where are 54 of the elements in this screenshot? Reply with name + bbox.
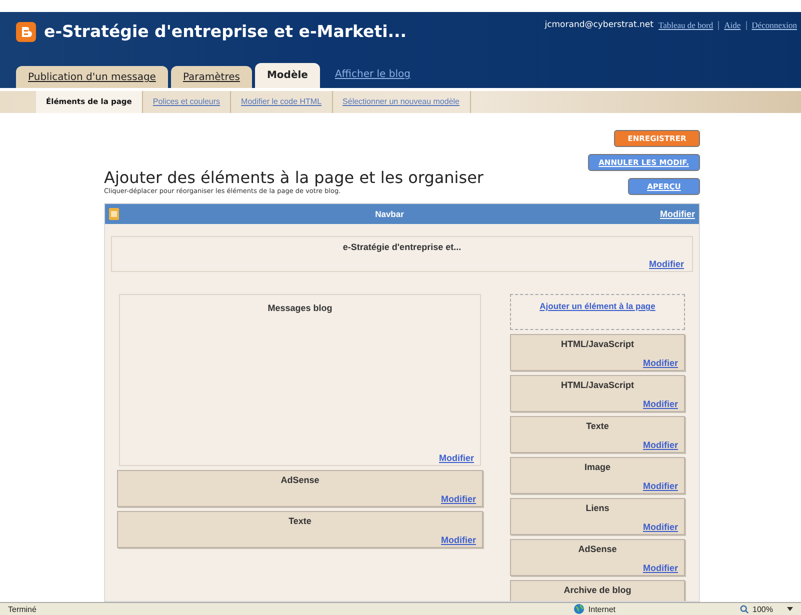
edit-link[interactable]: Modifier bbox=[439, 453, 474, 463]
zoom-level[interactable]: 100% bbox=[752, 604, 773, 614]
gadget-card[interactable]: Image Modifier bbox=[510, 457, 685, 494]
add-element-link[interactable]: Ajouter un élément à la page bbox=[540, 301, 656, 311]
widget-title: AdSense bbox=[280, 475, 320, 485]
tab[interactable]: Paramètres bbox=[170, 66, 252, 88]
edit-link[interactable]: Modifier bbox=[660, 209, 695, 219]
globe-icon bbox=[574, 604, 584, 614]
page-icon bbox=[109, 208, 119, 220]
widget-title: Liens bbox=[586, 503, 610, 513]
widget-title: Archive de blog bbox=[564, 585, 632, 595]
gadget-card[interactable]: AdSense Modifier bbox=[117, 470, 483, 507]
edit-link[interactable]: Modifier bbox=[643, 563, 678, 573]
edit-link[interactable]: Modifier bbox=[643, 440, 678, 450]
account-link[interactable]: Tableau de bord bbox=[658, 20, 714, 30]
gadget-card[interactable]: Liens Modifier bbox=[510, 498, 685, 535]
edit-link[interactable]: Modifier bbox=[643, 522, 678, 532]
widget-title: HTML/JavaScript bbox=[560, 380, 634, 390]
caret-icon[interactable] bbox=[787, 607, 793, 611]
subtab[interactable]: Sélectionner un nouveau modèle bbox=[332, 91, 471, 113]
logo-icon bbox=[16, 22, 36, 42]
edit-link[interactable]: Modifier bbox=[441, 494, 476, 504]
widget-title: Texte bbox=[586, 421, 609, 431]
widget-title: Messages blog bbox=[268, 303, 332, 313]
page-heading: Ajouter des éléments à la page et les organiser bbox=[104, 168, 484, 187]
widget-title: e-Stratégie d'entreprise et... bbox=[342, 242, 462, 252]
subtab[interactable]: Polices et couleurs bbox=[142, 91, 232, 113]
gadget-card[interactable]: AdSense Modifier bbox=[510, 539, 685, 576]
subtab[interactable]: Modifier le code HTML bbox=[231, 91, 333, 113]
gadget-card[interactable]: HTML/JavaScript Modifier bbox=[510, 375, 685, 412]
edit-link[interactable]: Modifier bbox=[441, 535, 476, 545]
widget-title: HTML/JavaScript bbox=[560, 339, 634, 349]
gadget-card[interactable]: HTML/JavaScript Modifier bbox=[510, 334, 685, 371]
widget-title: Texte bbox=[288, 516, 312, 526]
edit-link[interactable]: Modifier bbox=[643, 358, 678, 368]
view-blog-link[interactable]: Afficher le blog bbox=[322, 69, 422, 88]
tab[interactable]: Modèle bbox=[254, 63, 320, 88]
account-link[interactable]: Déconnexion bbox=[752, 20, 797, 30]
tab[interactable]: Publication d'un message bbox=[16, 66, 168, 88]
status-text: Terminé bbox=[8, 604, 36, 614]
edit-link[interactable]: Modifier bbox=[643, 481, 678, 491]
edit-link[interactable]: Modifier bbox=[649, 259, 684, 269]
zone-text: Internet bbox=[588, 604, 616, 614]
edit-link[interactable]: Modifier bbox=[643, 399, 678, 409]
gadget-card[interactable]: Texte Modifier bbox=[510, 416, 685, 453]
zoom-icon bbox=[740, 604, 749, 614]
widget-title: Image bbox=[584, 462, 610, 472]
blog-title: e-Stratégie d'entreprise et e-Marketi... bbox=[44, 22, 407, 41]
navbar-title: Navbar bbox=[374, 209, 405, 219]
account-email: jcmorand@cyberstrat.net bbox=[544, 20, 654, 30]
gadget-card[interactable]: Texte Modifier bbox=[117, 511, 483, 548]
widget-title: AdSense bbox=[578, 544, 617, 554]
account-link[interactable]: Aide bbox=[724, 20, 741, 30]
gadget-card[interactable]: Archive de blog bbox=[510, 580, 685, 601]
